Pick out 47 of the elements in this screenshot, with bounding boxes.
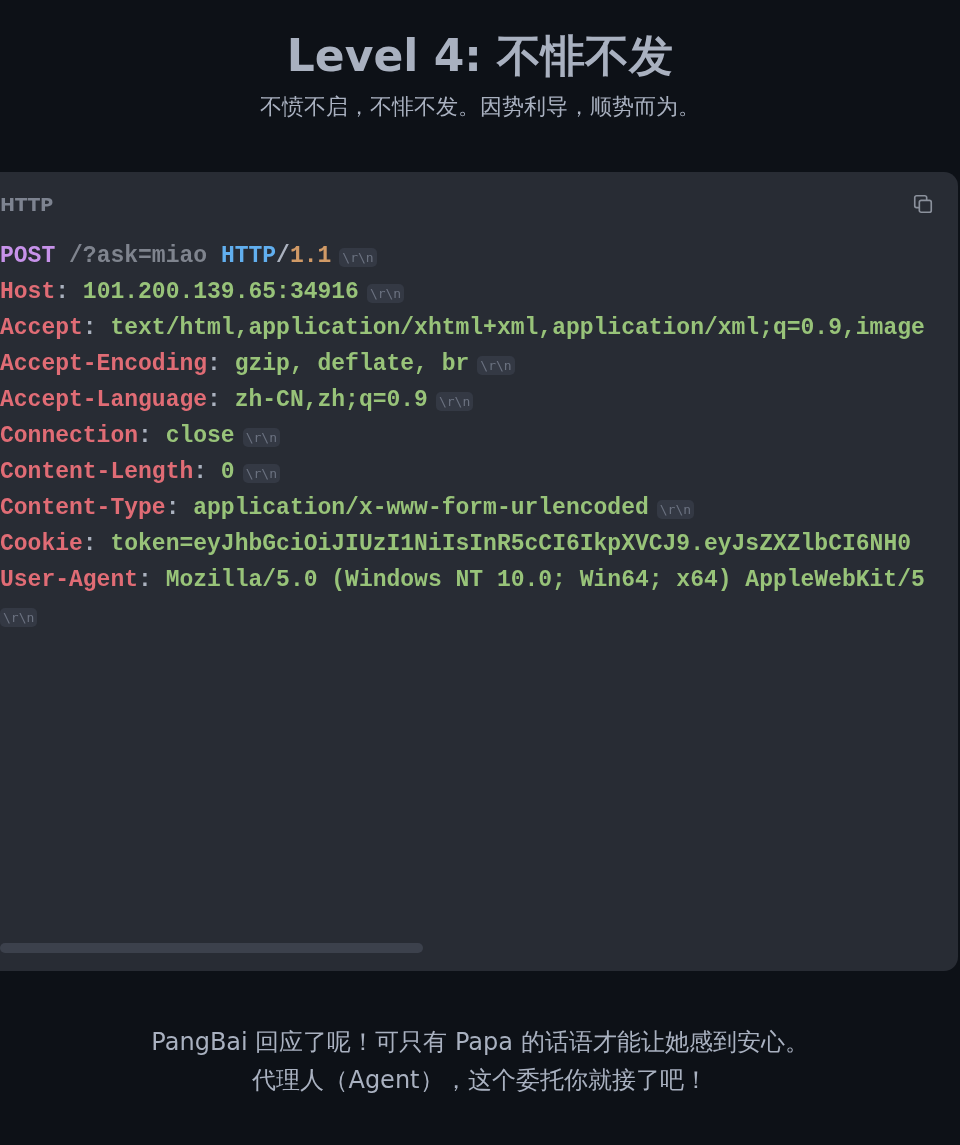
header-value: zh-CN,zh;q=0.9 (234, 387, 428, 413)
scrollbar-thumb[interactable] (0, 943, 423, 953)
colon: : (207, 387, 221, 413)
header-value: close (165, 423, 235, 449)
line-terminator: \r\n (0, 608, 38, 627)
protocol-name: HTTP (220, 243, 277, 269)
header-name: Accept-Language (0, 387, 208, 413)
header-name: Content-Length (0, 459, 194, 485)
colon: : (82, 531, 97, 557)
protocol-version: 1.1 (289, 243, 332, 269)
header-name: Connection (0, 423, 139, 449)
header-value: gzip, deflate, br (234, 351, 470, 377)
http-method: POST (0, 243, 56, 269)
header-name: Cookie (0, 531, 83, 557)
line-terminator: \r\n (435, 392, 474, 411)
colon: : (82, 315, 97, 341)
header-value: text/html,application/xhtml+xml,application/xml;q=0.9,image (110, 315, 925, 341)
header-value: Mozilla/5.0 (Windows NT 10.0; Win64; x64) AppleWebKit/5 (165, 567, 925, 593)
colon: : (138, 423, 152, 449)
header-name: User-Agent (0, 567, 139, 593)
page-title: Level 4: 不悱不发 (286, 29, 674, 83)
line-terminator: \r\n (477, 356, 515, 375)
colon: : (55, 279, 70, 305)
colon: : (207, 351, 221, 377)
header-value: application/x-www-form-urlencoded (193, 495, 649, 521)
line-terminator: \r\n (242, 464, 280, 483)
header-name: Accept (0, 315, 83, 341)
colon: : (165, 495, 180, 521)
copy-icon[interactable] (912, 193, 934, 215)
line-terminator: \r\n (366, 284, 405, 303)
page-subtitle: 不愤不启，不悱不发。因势利导，顺势而为。 (260, 93, 700, 121)
colon: : (138, 567, 152, 593)
header-value: 101.200.139.65:34916 (82, 279, 359, 305)
line-terminator: \r\n (242, 428, 280, 447)
code-language: HTTP (0, 193, 54, 215)
request-path: /?ask=miao (69, 243, 208, 269)
header-value: token=eyJhbGciOiJIUzI1NiIsInR5cCI6IkpXVCJ9.eyJsZXZlbCI6NH0 (110, 531, 911, 557)
header-name: Accept-Encoding (0, 351, 208, 377)
line-terminator: \r\n (656, 500, 695, 519)
footer-text: PangBai 回应了呢！可只有 Papa 的话语才能让她感到安心。 (151, 1027, 809, 1057)
colon: : (193, 459, 208, 485)
header-name: Host (0, 279, 56, 305)
header-name: Content-Type (0, 495, 166, 521)
header-value: 0 (220, 459, 235, 485)
line-terminator: \r\n (339, 248, 377, 267)
slash: / (276, 243, 290, 269)
footer-text: 代理人（Agent），这个委托你就接了吧！ (252, 1065, 708, 1095)
